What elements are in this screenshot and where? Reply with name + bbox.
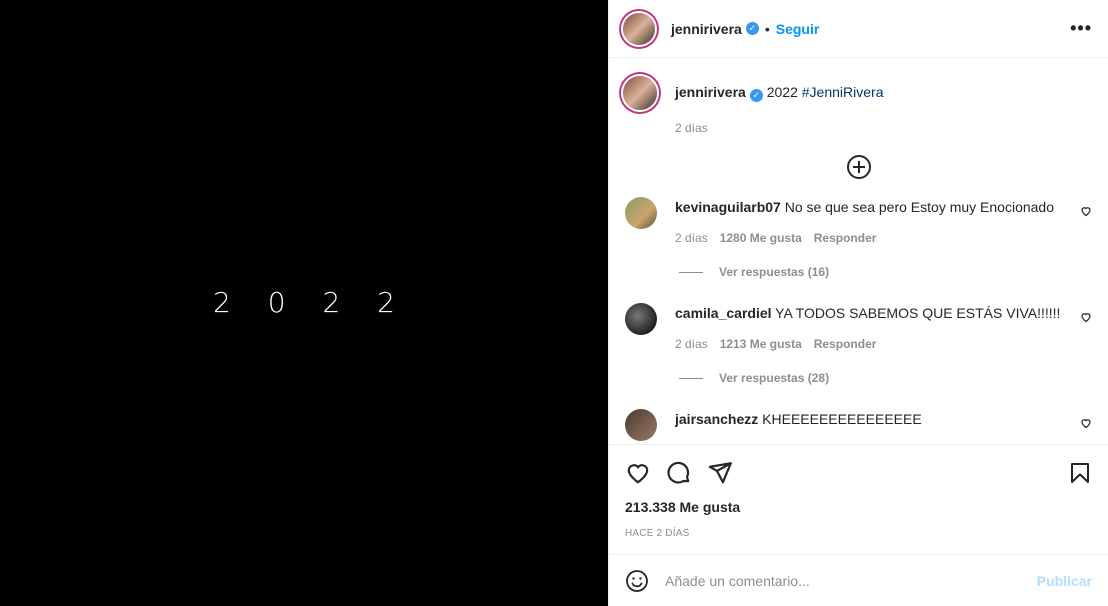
replies-line bbox=[679, 377, 703, 379]
caption-hashtag[interactable]: #JenniRivera bbox=[802, 84, 884, 100]
comment-text: YA TODOS SABEMOS QUE ESTÁS VIVA!!!!!! bbox=[775, 305, 1061, 321]
share-icon[interactable] bbox=[707, 460, 733, 486]
comment-body: camila_cardiel YA TODOS SABEMOS QUE ESTÁ… bbox=[675, 303, 1092, 351]
media-text: 2 0 2 2 bbox=[213, 286, 409, 319]
view-replies[interactable]: Ver respuestas (16) bbox=[679, 265, 1108, 279]
comment-input[interactable] bbox=[665, 572, 1037, 589]
comment-likes[interactable]: 1213 Me gusta bbox=[720, 337, 802, 351]
heart-icon[interactable] bbox=[1080, 205, 1092, 217]
post-panel: jennirivera ✓ • Seguir ••• jennirivera ✓ … bbox=[608, 0, 1108, 606]
caption-text: 2022 bbox=[766, 84, 798, 100]
reply-button[interactable]: Responder bbox=[814, 337, 877, 351]
comment-item: camila_cardiel YA TODOS SABEMOS QUE ESTÁ… bbox=[609, 303, 1108, 351]
view-replies-label: Ver respuestas (16) bbox=[719, 265, 830, 279]
post-modal: 2 0 2 2 jennirivera ✓ • Seguir ••• jenni… bbox=[0, 0, 1108, 606]
post-media[interactable]: 2 0 2 2 bbox=[0, 0, 608, 606]
replies-line bbox=[679, 271, 703, 273]
bookmark-icon[interactable] bbox=[1068, 461, 1092, 485]
comment-avatar[interactable] bbox=[625, 303, 657, 335]
comment-icon[interactable] bbox=[666, 460, 692, 486]
comment-username[interactable]: kevinaguilarb07 bbox=[675, 199, 781, 215]
comment-username[interactable]: jairsanchezz bbox=[675, 411, 758, 427]
heart-icon[interactable] bbox=[625, 460, 651, 486]
comment-avatar[interactable] bbox=[625, 409, 657, 441]
comment-time[interactable]: 2 días bbox=[675, 231, 708, 245]
caption: jennirivera ✓ 2022 #JenniRivera 2 días bbox=[609, 58, 1108, 135]
comment-meta: 2 días 1280 Me gusta Responder bbox=[675, 231, 1092, 245]
follow-button[interactable]: Seguir bbox=[776, 21, 820, 37]
action-bar bbox=[625, 445, 1092, 501]
heart-icon[interactable] bbox=[1080, 417, 1092, 429]
comment-text: No se que sea pero Estoy muy Enocionado bbox=[784, 199, 1054, 215]
comment-avatar[interactable] bbox=[625, 197, 657, 229]
comment-item: jairsanchezz KHEEEEEEEEEEEEEEE bbox=[609, 409, 1108, 441]
heart-icon[interactable] bbox=[1080, 311, 1092, 323]
post-button[interactable]: Publicar bbox=[1037, 573, 1092, 589]
caption-username[interactable]: jennirivera bbox=[675, 84, 746, 100]
comment-time[interactable]: 2 días bbox=[675, 337, 708, 351]
view-replies-label: Ver respuestas (28) bbox=[719, 371, 830, 385]
actions-section: 213.338 Me gusta HACE 2 DÍAS bbox=[609, 444, 1108, 554]
separator-dot: • bbox=[764, 20, 770, 37]
load-more-comments[interactable] bbox=[609, 155, 1108, 181]
view-replies[interactable]: Ver respuestas (28) bbox=[679, 371, 1108, 385]
comment-text: KHEEEEEEEEEEEEEEE bbox=[762, 411, 922, 427]
caption-time: 2 días bbox=[675, 121, 708, 135]
caption-avatar[interactable] bbox=[623, 76, 657, 110]
author-username[interactable]: jennirivera bbox=[671, 21, 742, 37]
verified-icon: ✓ bbox=[749, 89, 763, 102]
plus-circle-icon[interactable] bbox=[846, 155, 871, 179]
comment-body: jairsanchezz KHEEEEEEEEEEEEEEE bbox=[675, 409, 1092, 441]
comment-body: kevinaguilarb07 No se que sea pero Estoy… bbox=[675, 197, 1092, 245]
comment-likes[interactable]: 1280 Me gusta bbox=[720, 231, 802, 245]
author-avatar[interactable] bbox=[623, 12, 655, 45]
caption-body: jennirivera ✓ 2022 #JenniRivera 2 días bbox=[675, 76, 883, 135]
like-count[interactable]: 213.338 Me gusta bbox=[625, 499, 1092, 515]
comment-meta: 2 días 1213 Me gusta Responder bbox=[675, 337, 1092, 351]
add-comment-bar: Publicar bbox=[609, 554, 1108, 606]
emoji-icon[interactable] bbox=[625, 569, 649, 593]
comments-section[interactable]: jennirivera ✓ 2022 #JenniRivera 2 días ke… bbox=[609, 58, 1108, 444]
post-header: jennirivera ✓ • Seguir ••• bbox=[609, 0, 1108, 58]
comment-item: kevinaguilarb07 No se que sea pero Estoy… bbox=[609, 197, 1108, 245]
header-info: jennirivera ✓ • Seguir bbox=[671, 21, 819, 37]
verified-icon: ✓ bbox=[745, 22, 759, 35]
reply-button[interactable]: Responder bbox=[814, 231, 877, 245]
post-timestamp[interactable]: HACE 2 DÍAS bbox=[625, 528, 1092, 539]
comment-username[interactable]: camila_cardiel bbox=[675, 305, 772, 321]
more-icon[interactable]: ••• bbox=[1070, 18, 1092, 39]
